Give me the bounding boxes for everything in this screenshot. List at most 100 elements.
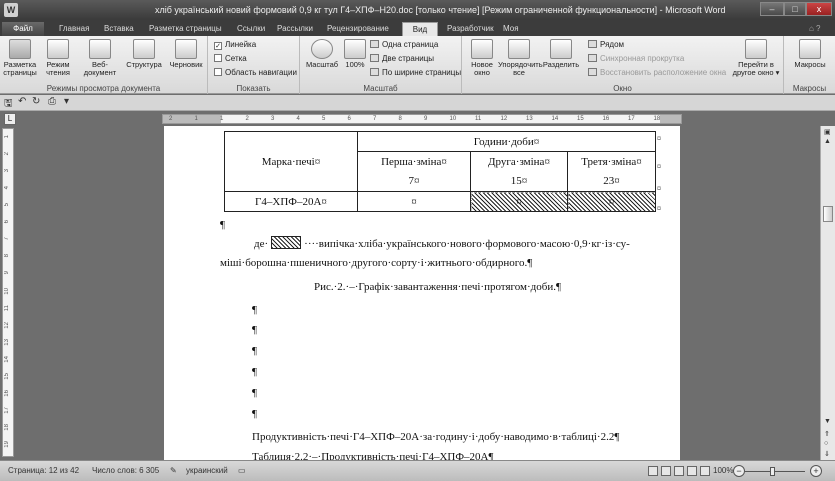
group-document-views: Разметка страницы Режим чтения Веб-докум… xyxy=(0,36,208,94)
one-page-button[interactable]: Одна страница xyxy=(370,40,438,49)
tab-page-layout[interactable]: Разметка страницы xyxy=(144,22,227,36)
reading-mode-icon xyxy=(47,39,69,59)
zoom-level[interactable]: 100% xyxy=(713,466,733,475)
table-hour-2: 15¤ xyxy=(470,171,568,192)
tab-mailings[interactable]: Рассылки xyxy=(272,22,318,36)
tab-references[interactable]: Ссылки xyxy=(232,22,270,36)
ruler-tick: 13 xyxy=(526,116,533,122)
document-area: Марка·печі¤ Години·доби¤ Перша·зміна¤ Др… xyxy=(16,126,820,460)
ruler-tick: 12 xyxy=(4,322,10,329)
print-layout-button[interactable]: Разметка страницы xyxy=(2,39,38,77)
ruler-tick: 12 xyxy=(500,116,508,122)
proofing-icon[interactable]: ✎ xyxy=(170,466,177,475)
next-page-icon[interactable]: ⇓ xyxy=(824,450,830,458)
vertical-scrollbar[interactable]: ▣ ▲ ▼ ⇑ ○ ⇓ xyxy=(820,126,835,460)
ruler-tick: 2 xyxy=(245,116,249,122)
ruler-tick: 1 xyxy=(4,135,10,139)
two-pages-button[interactable]: Две страницы xyxy=(370,54,434,63)
undo-icon[interactable]: ↶ xyxy=(18,96,26,107)
zoom-100-button[interactable]: 100% xyxy=(342,39,368,69)
maximize-button[interactable]: □ xyxy=(784,2,806,16)
reading-mode-button[interactable]: Режим чтения xyxy=(40,39,76,77)
scroll-up-icon[interactable]: ▲ xyxy=(824,138,831,145)
table-shift-3: Третя·зміна¤ xyxy=(567,151,656,172)
status-bar: Страница: 12 из 42 Число слов: 6 305 ✎ у… xyxy=(0,460,835,481)
document-page[interactable]: Марка·печі¤ Години·доби¤ Перша·зміна¤ Др… xyxy=(164,126,680,460)
tab-review[interactable]: Рецензирование xyxy=(322,22,394,36)
ruler-tick: 7 xyxy=(373,116,377,122)
one-page-icon xyxy=(370,40,379,48)
ribbon-collapse-icon[interactable]: ⌂ ? xyxy=(804,22,826,36)
tab-view[interactable]: Вид xyxy=(402,22,438,36)
side-by-side-button[interactable]: Рядом xyxy=(588,40,624,49)
close-button[interactable]: x xyxy=(806,2,832,16)
scroll-thumb[interactable] xyxy=(823,206,833,222)
zoom-in-button[interactable]: + xyxy=(810,465,822,477)
word-count[interactable]: Число слов: 6 305 xyxy=(92,466,159,475)
legend-prefix: де· xyxy=(254,238,269,250)
new-window-icon xyxy=(471,39,493,59)
group-label-show: Показать xyxy=(236,84,271,93)
paragraph-mark: ¶ xyxy=(252,387,257,399)
split-icon xyxy=(550,39,572,59)
view-web-icon[interactable] xyxy=(674,466,684,476)
ruler-checkbox[interactable]: ✓ Линейка xyxy=(214,40,256,50)
ruler-tick: 17 xyxy=(4,407,10,414)
vertical-ruler[interactable]: 1 2 3 4 5 6 7 8 9 10 11 12 13 14 15 16 17 18 19 xyxy=(2,128,14,457)
page-width-button[interactable]: По ширине страницы xyxy=(370,68,461,77)
zoom-slider-track[interactable] xyxy=(745,471,805,472)
language[interactable]: украинский xyxy=(186,466,228,475)
zoom-button[interactable]: Масштаб xyxy=(304,39,340,69)
page-count[interactable]: Страница: 12 из 42 xyxy=(8,466,79,475)
figure-caption: Рис.·2.·–·Графік·завантаження·печі·протя… xyxy=(314,281,561,293)
tab-my[interactable]: Моя xyxy=(498,22,524,36)
view-print-layout-icon[interactable] xyxy=(648,466,658,476)
navigation-pane-checkbox[interactable]: Область навигации xyxy=(214,68,297,77)
title-bar: W хліб український новий формовий 0,9 кг… xyxy=(0,0,835,20)
sync-scroll-button[interactable]: Синхронная прокрутка xyxy=(588,54,684,63)
redo-icon[interactable]: ↻ xyxy=(32,96,40,107)
outline-button[interactable]: Структура xyxy=(124,39,164,69)
view-draft-icon[interactable] xyxy=(700,466,710,476)
row-end-mark: ¤ xyxy=(657,204,661,213)
customize-qat-icon[interactable]: ▾ xyxy=(64,96,69,107)
print-icon[interactable]: ⎙ xyxy=(48,96,56,107)
tab-developer[interactable]: Разработчик xyxy=(442,22,499,36)
page-width-icon xyxy=(370,68,379,76)
zoom-slider-thumb[interactable] xyxy=(770,467,775,476)
grid-checkbox[interactable]: Сетка xyxy=(214,54,247,63)
split-button[interactable]: Разделить xyxy=(540,39,582,69)
tab-home[interactable]: Главная xyxy=(54,22,94,36)
tab-insert[interactable]: Вставка xyxy=(99,22,139,36)
scroll-down-icon[interactable]: ▼ xyxy=(824,418,831,425)
save-icon[interactable]: 🖫 xyxy=(4,96,13,113)
ruler-toggle-icon[interactable]: ▣ xyxy=(824,128,831,136)
browse-object-icon[interactable]: ○ xyxy=(824,440,828,447)
horizontal-ruler[interactable]: 2 1 1 2 3 4 5 6 7 8 9 10 11 12 13 14 15 16 17 18 xyxy=(162,114,682,124)
ruler-tick: 11 xyxy=(475,116,482,122)
draft-button[interactable]: Черновик xyxy=(166,39,206,69)
ruler-tick: 6 xyxy=(4,220,10,224)
word-app-icon[interactable]: W xyxy=(4,3,18,17)
macros-button[interactable]: Макросы xyxy=(788,39,832,69)
web-layout-button[interactable]: Веб-документ xyxy=(78,39,122,77)
draft-icon xyxy=(175,39,197,59)
reset-window-position-button[interactable]: Восстановить расположение окна xyxy=(588,68,726,77)
productivity-paragraph: Продуктивність·печі·Г4–ХПФ–20А·за·годину… xyxy=(252,431,620,443)
tab-file[interactable]: Файл xyxy=(2,22,44,36)
switch-windows-button[interactable]: Перейти в другое окно ▾ xyxy=(730,39,782,77)
reset-position-icon xyxy=(588,68,597,76)
tab-selector[interactable]: L xyxy=(4,113,16,125)
macro-record-icon[interactable]: ▭ xyxy=(238,466,246,475)
minimize-button[interactable]: – xyxy=(760,2,784,16)
group-window: Новое окно Упорядочить все Разделить Ряд… xyxy=(462,36,784,94)
arrange-all-button[interactable]: Упорядочить все xyxy=(498,39,543,77)
prev-page-icon[interactable]: ⇑ xyxy=(824,430,830,438)
row-end-mark: ¤ xyxy=(657,162,661,171)
ruler-tick: 15 xyxy=(4,373,10,380)
zoom-out-button[interactable]: − xyxy=(733,465,745,477)
view-reading-icon[interactable] xyxy=(661,466,671,476)
paragraph-mark: ¶ xyxy=(252,324,257,336)
view-outline-icon[interactable] xyxy=(687,466,697,476)
new-window-button[interactable]: Новое окно xyxy=(466,39,498,77)
